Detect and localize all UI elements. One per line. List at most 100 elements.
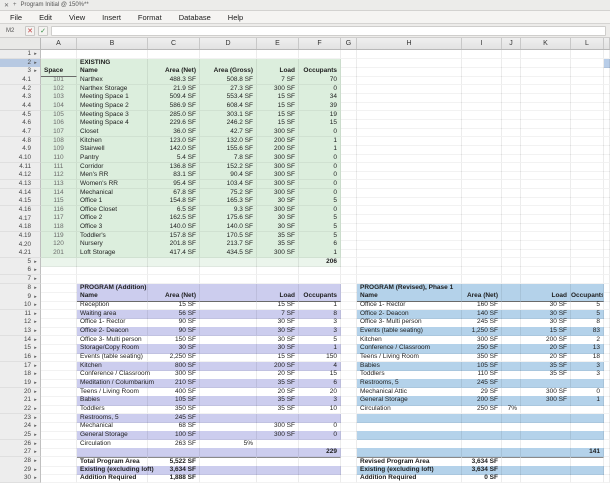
menu-database[interactable]: Database <box>179 13 211 22</box>
cell-D27[interactable] <box>200 448 257 457</box>
cell-D1[interactable] <box>200 50 257 59</box>
grid-corner-box[interactable] <box>0 38 41 49</box>
cell-F27[interactable]: 229 <box>299 448 341 457</box>
cell-G27[interactable] <box>341 448 357 457</box>
cancel-icon[interactable]: ✕ <box>25 26 35 36</box>
cell-A3[interactable]: Space <box>41 67 77 76</box>
cell-M6[interactable] <box>604 266 610 275</box>
row-header-7[interactable]: 7▸ <box>0 275 41 284</box>
cell-L7[interactable] <box>571 275 604 284</box>
row-header-30[interactable]: 30▸ <box>0 474 41 483</box>
menu-view[interactable]: View <box>69 13 85 22</box>
cell-reference-box[interactable]: M2 <box>6 28 22 34</box>
column-header-l[interactable]: L <box>571 38 604 49</box>
column-header-f[interactable]: F <box>299 38 341 49</box>
column-header-d[interactable]: D <box>200 38 257 49</box>
cell-I1[interactable] <box>462 50 502 59</box>
cell-A6[interactable] <box>41 266 77 275</box>
disclosure-triangle-icon[interactable]: ▸ <box>31 258 40 266</box>
cell-K30[interactable] <box>521 474 571 483</box>
cell-C5[interactable] <box>148 258 200 267</box>
disclosure-triangle-icon[interactable]: ▸ <box>31 405 40 413</box>
cell-B5[interactable] <box>77 258 148 267</box>
disclosure-triangle-icon[interactable]: ▸ <box>31 431 40 439</box>
row-header-5[interactable]: 5▸ <box>0 258 41 267</box>
cell-B30[interactable]: Addition Required <box>77 474 148 483</box>
menu-help[interactable]: Help <box>228 13 243 22</box>
disclosure-triangle-icon[interactable]: ▸ <box>31 310 40 318</box>
cell-I27[interactable] <box>462 448 502 457</box>
cell-D5[interactable] <box>200 258 257 267</box>
cell-D30[interactable] <box>200 474 257 483</box>
disclosure-triangle-icon[interactable]: ▸ <box>31 466 40 474</box>
cell-H7[interactable] <box>357 275 462 284</box>
disclosure-triangle-icon[interactable]: ▸ <box>31 448 40 456</box>
column-header-a[interactable]: A <box>41 38 77 49</box>
cell-K1[interactable] <box>521 50 571 59</box>
disclosure-triangle-icon[interactable]: ▸ <box>31 370 40 378</box>
cell-M5[interactable] <box>604 258 610 267</box>
cell-M30[interactable] <box>604 474 610 483</box>
cell-M7[interactable] <box>604 275 610 284</box>
cell-J1[interactable] <box>502 50 521 59</box>
cell-A7[interactable] <box>41 275 77 284</box>
cell-K7[interactable] <box>521 275 571 284</box>
formula-input[interactable] <box>51 26 606 36</box>
menu-insert[interactable]: Insert <box>102 13 121 22</box>
cell-B7[interactable] <box>77 275 148 284</box>
cell-D6[interactable] <box>200 266 257 275</box>
cell-M27[interactable] <box>604 448 610 457</box>
cell-E7[interactable] <box>257 275 299 284</box>
disclosure-triangle-icon[interactable]: ▸ <box>31 388 40 396</box>
cell-F6[interactable] <box>299 266 341 275</box>
column-header-j[interactable]: J <box>502 38 521 49</box>
column-header-e[interactable]: E <box>257 38 299 49</box>
disclosure-triangle-icon[interactable]: ▸ <box>31 379 40 387</box>
cell-G5[interactable] <box>341 258 357 267</box>
disclosure-triangle-icon[interactable]: ▸ <box>31 362 40 370</box>
column-header-k[interactable]: K <box>521 38 571 49</box>
cell-F5[interactable]: 206 <box>299 258 341 267</box>
cell-E6[interactable] <box>257 266 299 275</box>
disclosure-triangle-icon[interactable]: ▸ <box>31 266 40 274</box>
cell-A27[interactable] <box>41 448 77 457</box>
cell-L5[interactable] <box>571 258 604 267</box>
window-plus-icon[interactable]: + <box>13 2 17 8</box>
cell-K6[interactable] <box>521 266 571 275</box>
cell-H5[interactable] <box>357 258 462 267</box>
column-header-h[interactable]: H <box>357 38 462 49</box>
menu-format[interactable]: Format <box>138 13 162 22</box>
cell-A5[interactable] <box>41 258 77 267</box>
disclosure-triangle-icon[interactable]: ▸ <box>31 301 40 309</box>
disclosure-triangle-icon[interactable]: ▸ <box>31 440 40 448</box>
cell-C27[interactable] <box>148 448 200 457</box>
cell-A30[interactable] <box>41 474 77 483</box>
menu-file[interactable]: File <box>10 13 22 22</box>
disclosure-triangle-icon[interactable]: ▸ <box>31 67 40 75</box>
cell-G30[interactable] <box>341 474 357 483</box>
disclosure-triangle-icon[interactable]: ▸ <box>31 414 40 422</box>
cell-H1[interactable] <box>357 50 462 59</box>
cell-C7[interactable] <box>148 275 200 284</box>
disclosure-triangle-icon[interactable]: ▸ <box>31 457 40 465</box>
cell-E30[interactable] <box>257 474 299 483</box>
cell-F30[interactable] <box>299 474 341 483</box>
cell-G7[interactable] <box>341 275 357 284</box>
column-header-m[interactable] <box>604 38 610 49</box>
cell-F7[interactable] <box>299 275 341 284</box>
cell-I30[interactable]: 0 SF <box>462 474 502 483</box>
disclosure-triangle-icon[interactable]: ▸ <box>31 422 40 430</box>
row-header-1[interactable]: 1▸ <box>0 50 41 59</box>
row-header-27[interactable]: 27▸ <box>0 448 41 457</box>
cell-G1[interactable] <box>341 50 357 59</box>
cell-L30[interactable] <box>571 474 604 483</box>
cell-A1[interactable] <box>41 50 77 59</box>
cell-J5[interactable] <box>502 258 521 267</box>
disclosure-triangle-icon[interactable]: ▸ <box>31 327 40 335</box>
disclosure-triangle-icon[interactable]: ▸ <box>31 318 40 326</box>
cell-K5[interactable] <box>521 258 571 267</box>
cell-J30[interactable] <box>502 474 521 483</box>
cell-J6[interactable] <box>502 266 521 275</box>
disclosure-triangle-icon[interactable]: ▸ <box>31 396 40 404</box>
cell-B1[interactable] <box>77 50 148 59</box>
